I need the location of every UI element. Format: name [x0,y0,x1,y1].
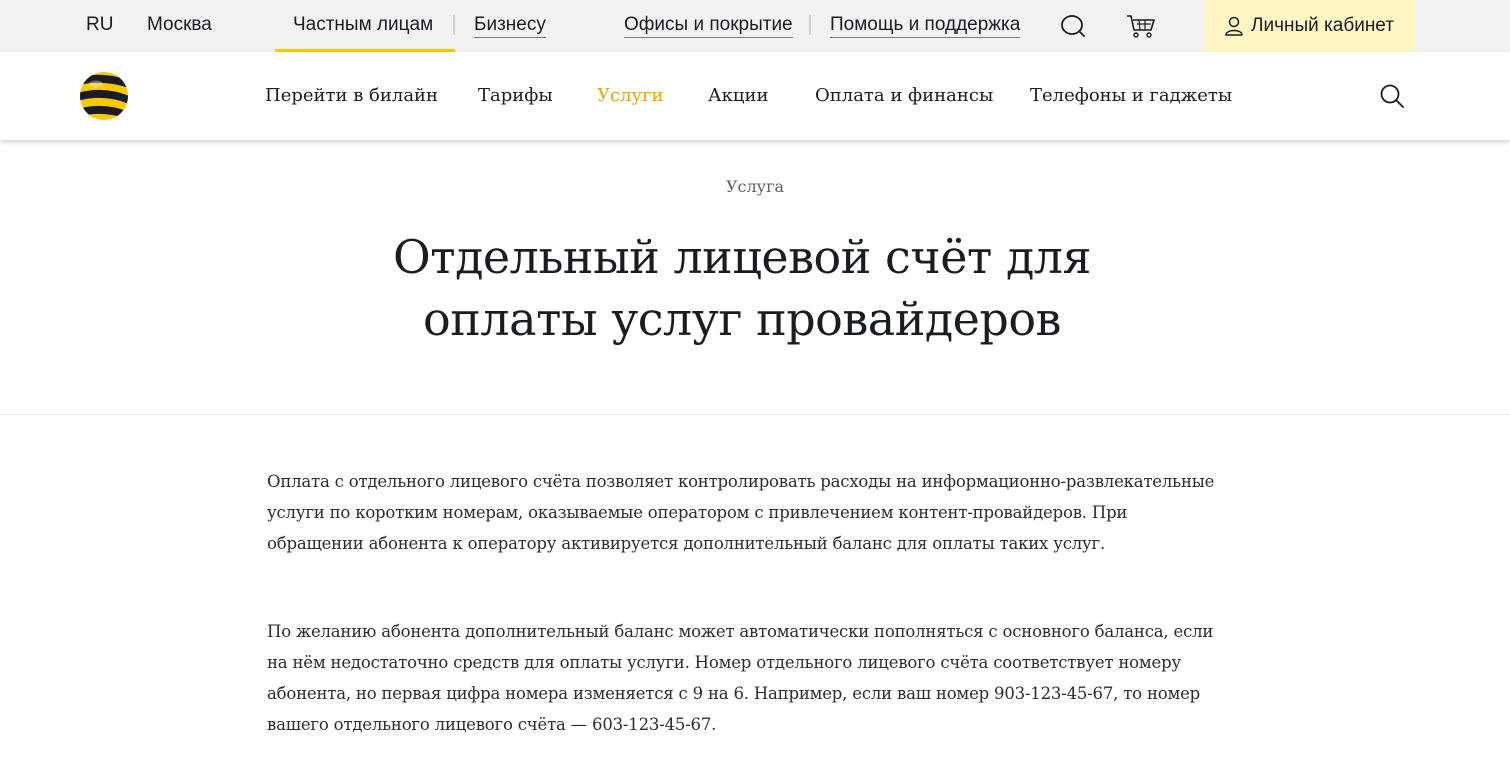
page-title: Отдельный лицевой счёт для оплаты услуг … [300,226,1184,350]
page-title-line-1: Отдельный лицевой счёт для [392,230,1092,284]
segment-separator [453,15,455,35]
cart-icon[interactable] [1125,12,1157,40]
nav-item-tariffs[interactable]: Тарифы [478,84,553,108]
segment-private[interactable]: Частным лицам [293,14,433,36]
top-utility-bar: RU Москва Частным лицам Бизнесу Офисы и … [0,0,1510,52]
offices-coverage-link[interactable]: Офисы и покрытие [624,14,793,38]
section-divider [0,414,1510,415]
nav-item-services[interactable]: Услуги [597,84,664,108]
description-paragraph-1: Оплата с отдельного лицевого счёта позво… [267,472,1215,553]
nav-item-payment-finance[interactable]: Оплата и финансы [815,84,993,108]
nav-item-go-to-beeline[interactable]: Перейти в билайн [265,84,438,108]
nav-item-phones-gadgets[interactable]: Телефоны и гаджеты [1030,84,1232,108]
personal-cabinet-label: Личный кабинет [1251,15,1394,36]
nav-item-promotions[interactable]: Акции [708,84,768,108]
search-icon[interactable] [1059,12,1087,40]
links-separator [809,15,811,35]
main-navigation: Перейти в билайн Тарифы Услуги Акции Опл… [0,52,1510,140]
description-paragraph-2: По желанию абонента дополнительный балан… [267,622,1214,734]
help-support-link[interactable]: Помощь и поддержка [830,14,1021,38]
user-icon [1224,15,1244,37]
personal-cabinet-button[interactable]: Личный кабинет [1204,0,1416,52]
nav-search-icon[interactable] [1378,82,1406,110]
segment-business[interactable]: Бизнесу [474,14,546,38]
city-selector[interactable]: Москва [147,14,212,36]
page-eyebrow: Услуга [725,177,785,196]
language-switch[interactable]: RU [86,14,113,36]
beeline-logo[interactable] [78,70,130,122]
page-title-line-2: оплаты услуг провайдеров [423,292,1061,346]
